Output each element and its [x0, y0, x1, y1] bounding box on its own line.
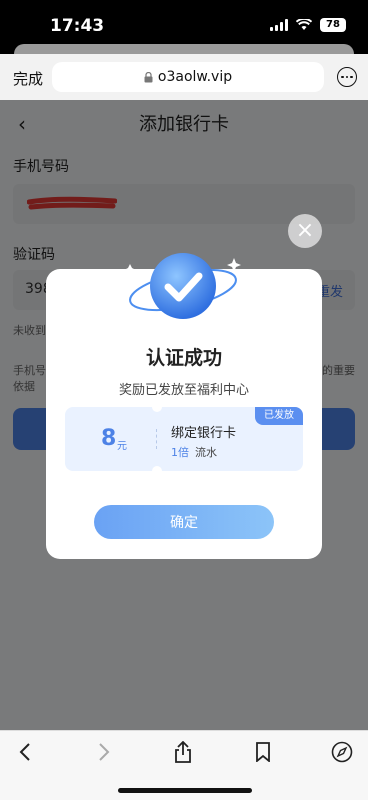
bookmarks-icon[interactable] — [250, 739, 276, 765]
confirm-button[interactable]: 确定 — [94, 505, 274, 539]
lock-icon — [144, 71, 153, 82]
url-bar[interactable]: o3aolw.vip — [52, 62, 324, 92]
reward-card: 8 元 绑定银行卡 1倍 流水 已发放 — [65, 402, 303, 476]
modal-title: 认证成功 — [145, 347, 222, 369]
close-icon[interactable]: × — [288, 214, 322, 248]
modal-subtitle: 奖励已发放至福利中心 — [118, 383, 249, 398]
compass-icon[interactable] — [329, 739, 355, 765]
check-medal-icon — [124, 253, 241, 319]
reward-unit: 元 — [117, 441, 127, 452]
page-content: ‹ 添加银行卡 手机号码 验证码 398 重发 未收到 手机号 的重要 依据 ×… — [0, 100, 368, 730]
wifi-icon — [296, 19, 312, 30]
ticket-divider — [156, 429, 157, 449]
status-icons: 78 — [270, 18, 346, 32]
reward-multiplier: 1倍 — [171, 446, 189, 459]
ticket-notch-top — [152, 402, 162, 412]
reward-name: 绑定银行卡 — [171, 426, 237, 441]
browser-bar: 完成 o3aolw.vip — [0, 54, 368, 100]
home-indicator — [118, 788, 252, 793]
battery-icon: 78 — [320, 18, 346, 32]
ticket-notch-bottom — [152, 466, 162, 476]
reward-amount: 8 — [101, 426, 117, 451]
status-time: 17:43 — [50, 16, 105, 36]
done-button[interactable]: 完成 — [13, 68, 43, 89]
forward-arrow-icon[interactable] — [91, 739, 117, 765]
url-text: o3aolw.vip — [157, 69, 233, 85]
signal-icon — [270, 19, 288, 31]
reward-flow: 流水 — [195, 446, 217, 459]
share-icon[interactable] — [170, 739, 196, 765]
issued-badge: 已发放 — [255, 407, 303, 425]
back-arrow-icon[interactable] — [12, 739, 38, 765]
more-icon[interactable] — [337, 67, 357, 87]
